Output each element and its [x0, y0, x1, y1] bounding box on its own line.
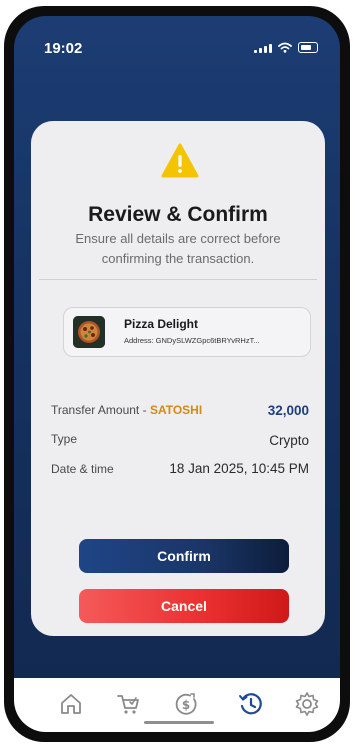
date-time-label: Date & time [51, 462, 114, 476]
modal-subtitle: Ensure all details are correct before co… [75, 231, 281, 266]
divider [39, 279, 317, 280]
phone-frame: 19:02 Review & Confirm Ensure all detail… [4, 6, 350, 742]
gear-icon[interactable] [293, 690, 321, 718]
merchant-card: Pizza Delight Address: GNDySLWZGpc6tBRYv… [63, 307, 311, 357]
modal-title: Review & Confirm [88, 203, 268, 226]
token-name: SATOSHI [149, 403, 203, 417]
status-icons [254, 42, 318, 53]
merchant-name: Pizza Delight [124, 317, 199, 331]
type-value: Crypto [269, 433, 309, 448]
review-confirm-modal: Review & Confirm Ensure all details are … [31, 121, 325, 636]
battery-icon [298, 42, 318, 53]
confirm-button[interactable]: Confirm [79, 539, 289, 573]
history-icon[interactable] [237, 690, 265, 718]
transfer-amount-value: 32,000 [267, 403, 309, 418]
type-label: Type [51, 432, 78, 446]
cart-icon[interactable] [115, 690, 143, 718]
status-time: 19:02 [44, 40, 83, 57]
merchant-address: Address: GNDySLWZGpc6tBRYvRHzT... [124, 336, 260, 345]
wifi-icon [278, 42, 292, 53]
status-bar: 19:02 [14, 16, 340, 76]
signal-icon [254, 43, 272, 53]
home-indicator [144, 721, 214, 724]
cancel-button[interactable]: Cancel [79, 589, 289, 623]
app-screen: 19:02 Review & Confirm Ensure all detail… [14, 16, 340, 732]
home-icon[interactable] [57, 690, 85, 718]
svg-text:$: $ [182, 698, 190, 712]
pizza-logo-icon [73, 316, 105, 348]
date-time-value: 18 Jan 2025, 10:45 PM [169, 461, 309, 476]
transfer-amount-label: Transfer Amount - SATOSHI [51, 403, 203, 417]
dollar-coin-icon[interactable]: $ [172, 690, 200, 718]
warning-icon [161, 143, 199, 178]
